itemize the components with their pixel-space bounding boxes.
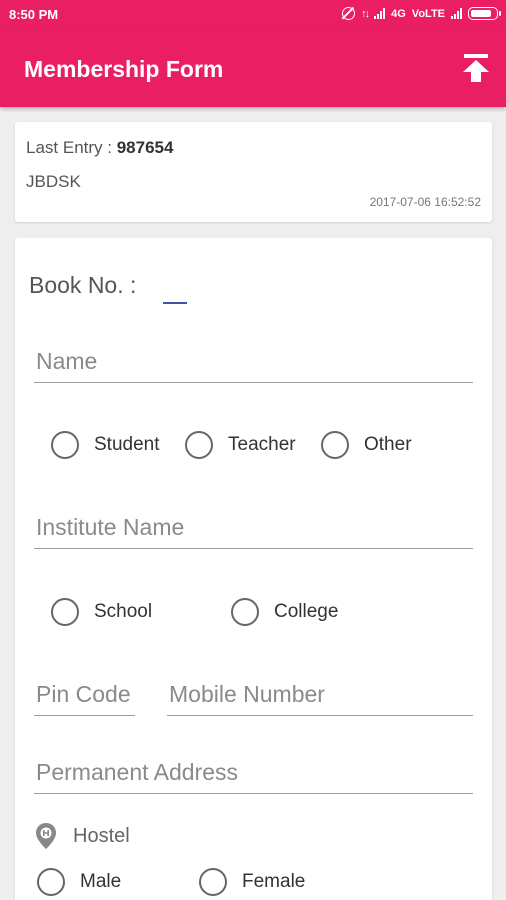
mobile-number-input[interactable] (167, 678, 473, 716)
radio-circle (231, 598, 259, 626)
app-bar: Membership Form (0, 30, 506, 107)
hostel-row: Hostel (35, 822, 130, 850)
radio-label: School (94, 601, 153, 622)
signal-icon-2 (451, 8, 462, 19)
radio-label: Other (364, 434, 412, 455)
last-entry-timestamp: 2017-07-06 16:52:52 (369, 195, 481, 209)
status-icons: ↑↓ 4G VoLTE (342, 7, 501, 20)
permanent-address-input[interactable] (34, 756, 473, 794)
radio-circle (51, 431, 79, 459)
radio-circle (321, 431, 349, 459)
status-time: 8:50 PM (9, 7, 59, 22)
radio-label: Student (94, 434, 160, 455)
book-number-label: Book No. : (29, 272, 137, 298)
alarm-blocked-icon (342, 7, 356, 20)
radio-label: Male (80, 871, 122, 892)
radio-label: Female (242, 871, 306, 892)
upload-button[interactable] (458, 50, 494, 86)
pin-code-input[interactable] (34, 678, 135, 716)
institute-name-input[interactable] (34, 511, 473, 549)
radio-female[interactable]: Female (199, 868, 305, 896)
battery-icon (468, 7, 501, 20)
radio-label: College (274, 601, 339, 622)
network-type: 4G (391, 7, 406, 20)
page-title: Membership Form (24, 56, 224, 82)
radio-circle (199, 868, 227, 896)
radio-circle (185, 431, 213, 459)
location-pin-icon (36, 823, 56, 849)
radio-teacher[interactable]: Teacher (185, 431, 296, 459)
radio-circle (51, 598, 79, 626)
radio-college[interactable]: College (231, 598, 338, 626)
last-entry-code: JBDSK (26, 172, 81, 191)
volte-label: VoLTE (411, 7, 445, 20)
book-number-input[interactable] (163, 276, 187, 304)
last-entry-card: Last Entry : 987654 JBDSK 2017-07-06 16:… (15, 122, 492, 222)
radio-other[interactable]: Other (321, 431, 412, 459)
name-input[interactable] (34, 345, 473, 383)
last-entry-label: Last Entry : (26, 138, 112, 157)
radio-student[interactable]: Student (51, 431, 160, 459)
data-arrows-icon: ↑↓ (361, 7, 370, 20)
signal-icon (374, 8, 386, 19)
upload-icon (463, 54, 489, 82)
membership-form: Book No. : Student Teacher Other School … (15, 238, 492, 900)
radio-school[interactable]: School (51, 598, 152, 626)
last-entry-number: 987654 (116, 138, 174, 157)
last-entry-line: Last Entry : 987654 (26, 138, 173, 158)
radio-male[interactable]: Male (37, 868, 121, 896)
radio-circle (37, 868, 65, 896)
hostel-label: Hostel (73, 824, 130, 847)
status-bar: 8:50 PM ↑↓ 4G VoLTE (0, 0, 506, 30)
radio-label: Teacher (228, 434, 296, 455)
